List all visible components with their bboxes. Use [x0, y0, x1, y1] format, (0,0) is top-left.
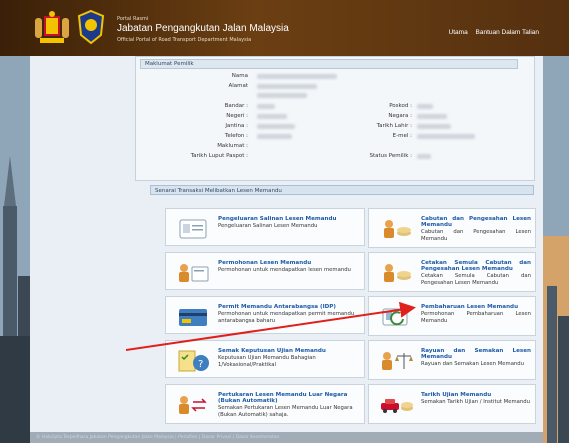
card-title: Rayuan dan Semakan Lesen Memandu	[421, 348, 531, 360]
field-label-maklumat: Maklumat :	[217, 143, 248, 149]
person-exchange-icon	[179, 396, 207, 414]
card-pembaharuan-lesen[interactable]: Pembaharuan Lesen Memandu Permohonan Pem…	[368, 296, 536, 336]
field-label-tarikh-luput-paspot: Tarikh Luput Paspot :	[190, 153, 248, 159]
top-navigation: Utama Bantuan Dalam Talian	[443, 29, 539, 36]
jpj-logo-icon	[77, 9, 105, 45]
field-label-nama: Nama	[231, 73, 248, 79]
site-header: Portal Rasmi Jabatan Pengangkutan Jalan …	[0, 0, 569, 57]
portal-title: Jabatan Pengangkutan Jalan Malaysia	[117, 23, 289, 34]
value-nama-redacted	[257, 74, 337, 79]
portal-label: Portal Rasmi	[117, 16, 149, 22]
person-coins-icon	[384, 264, 411, 282]
card-description: Permohonan untuk mendapatkan permit mema…	[218, 311, 355, 324]
license-card-icon	[179, 219, 207, 239]
value-negeri-redacted	[257, 114, 287, 119]
portal-subtitle: Official Portal of Road Transport Depart…	[117, 37, 252, 43]
value-alamat-redacted-2	[257, 93, 307, 98]
card-description: Keputusan Ujian Memandu Bahagian 1/Vokas…	[218, 355, 316, 368]
nav-link-utama[interactable]: Utama	[449, 29, 468, 36]
field-label-telefon: Telefon :	[224, 133, 248, 139]
card-description: Semakan Pertukaran Lesen Memandu Luar Ne…	[218, 405, 353, 418]
card-title: Pertukaran Lesen Memandu Luar Negara (Bu…	[218, 392, 348, 404]
card-permohonan-lesen[interactable]: Permohonan Lesen Memandu Permohonan untu…	[165, 252, 365, 290]
card-description: Pengeluaran Salinan Lesen Memandu	[218, 223, 318, 229]
card-cetakan-semula[interactable]: Cetakan Semula Cabutan dan Pengesahan Le…	[368, 252, 536, 292]
card-cabutan-pengesahan[interactable]: Cabutan dan Pengesahan Lesen Memandu Cab…	[368, 208, 536, 248]
card-pengeluaran-salinan[interactable]: Pengeluaran Salinan Lesen Memandu Pengel…	[165, 208, 365, 246]
value-tarikh-lahir-redacted	[417, 124, 451, 129]
credit-card-icon	[179, 309, 207, 326]
card-rayuan-semakan[interactable]: Rayuan dan Semakan Lesen Memandu Rayuan …	[368, 340, 536, 380]
malaysia-coat-of-arms-icon	[35, 11, 69, 43]
card-permit-idp[interactable]: Permit Memandu Antarabangsa (IDP) Permoh…	[165, 296, 365, 334]
card-description: Cetakan Semula Cabutan dan Pengesahan Le…	[421, 273, 531, 286]
field-label-emel: E-mel :	[392, 133, 412, 139]
footer-links: © Hakcipta Terpelihara Jabatan Pengangku…	[30, 432, 543, 443]
field-label-negara: Negara :	[388, 113, 412, 119]
owner-section-title: Maklumat Pemilik	[140, 59, 518, 69]
card-title: Tarikh Ujian Memandu	[421, 392, 492, 398]
card-title: Cabutan dan Pengesahan Lesen Memandu	[421, 216, 531, 228]
renew-license-icon	[382, 308, 408, 326]
svg-text:?: ?	[198, 359, 203, 370]
car-coins-icon	[381, 399, 413, 413]
person-coins-icon	[384, 220, 411, 238]
transactions-section-title: Senarai Transaksi Melibatkan Lesen Meman…	[150, 185, 534, 195]
card-description: Cabutan dan Pengesahan Lesen Memandu	[421, 229, 531, 242]
field-label-bandar: Bandar :	[224, 103, 248, 109]
card-description: Permohonan Pembaharuan Lesen Memandu	[421, 311, 531, 324]
nav-link-bantuan[interactable]: Bantuan Dalam Talian	[476, 29, 539, 36]
person-card-icon	[179, 264, 209, 282]
card-description: Semakan Tarikh Ujian / Institut Memandu	[421, 399, 530, 405]
card-pertukaran-luar-negara[interactable]: Pertukaran Lesen Memandu Luar Negara (Bu…	[165, 384, 365, 424]
field-label-jantina: Jantina :	[225, 123, 248, 129]
city-skyline-right	[543, 56, 569, 443]
value-emel-redacted	[417, 134, 475, 139]
field-label-alamat: Alamat	[228, 83, 248, 89]
card-title: Permohonan Lesen Memandu	[218, 260, 312, 266]
card-description: Permohonan untuk mendapatkan lesen meman…	[218, 267, 351, 273]
field-label-tarikh-lahir: Tarikh Lahir :	[376, 123, 412, 129]
value-negara-redacted	[417, 114, 447, 119]
card-title: Pengeluaran Salinan Lesen Memandu	[218, 216, 337, 222]
card-title: Pembaharuan Lesen Memandu	[421, 304, 519, 310]
card-title: Semak Keputusan Ujian Memandu	[218, 348, 326, 354]
value-telefon-redacted	[257, 134, 292, 139]
value-status-pemilik-redacted	[417, 154, 431, 159]
value-alamat-redacted	[257, 84, 317, 89]
city-skyline-left	[0, 56, 30, 443]
field-label-negeri: Negeri :	[226, 113, 248, 119]
value-jantina-redacted	[257, 124, 295, 129]
value-bandar-redacted	[257, 104, 275, 109]
card-semak-keputusan[interactable]: ? Semak Keputusan Ujian Memandu Keputusa…	[165, 340, 365, 378]
card-title: Cetakan Semula Cabutan dan Pengesahan Le…	[421, 260, 531, 272]
field-label-status-pemilik: Status Pemilik :	[369, 153, 412, 159]
checklist-question-icon: ?	[178, 350, 209, 372]
card-title: Permit Memandu Antarabangsa (IDP)	[218, 304, 336, 310]
card-tarikh-ujian[interactable]: Tarikh Ujian Memandu Semakan Tarikh Ujia…	[368, 384, 536, 424]
field-label-poskod: Poskod :	[389, 103, 412, 109]
card-description: Rayuan dan Semakan Lesen Memandu	[421, 361, 525, 367]
scales-icon	[382, 352, 413, 370]
value-poskod-redacted	[417, 104, 433, 109]
